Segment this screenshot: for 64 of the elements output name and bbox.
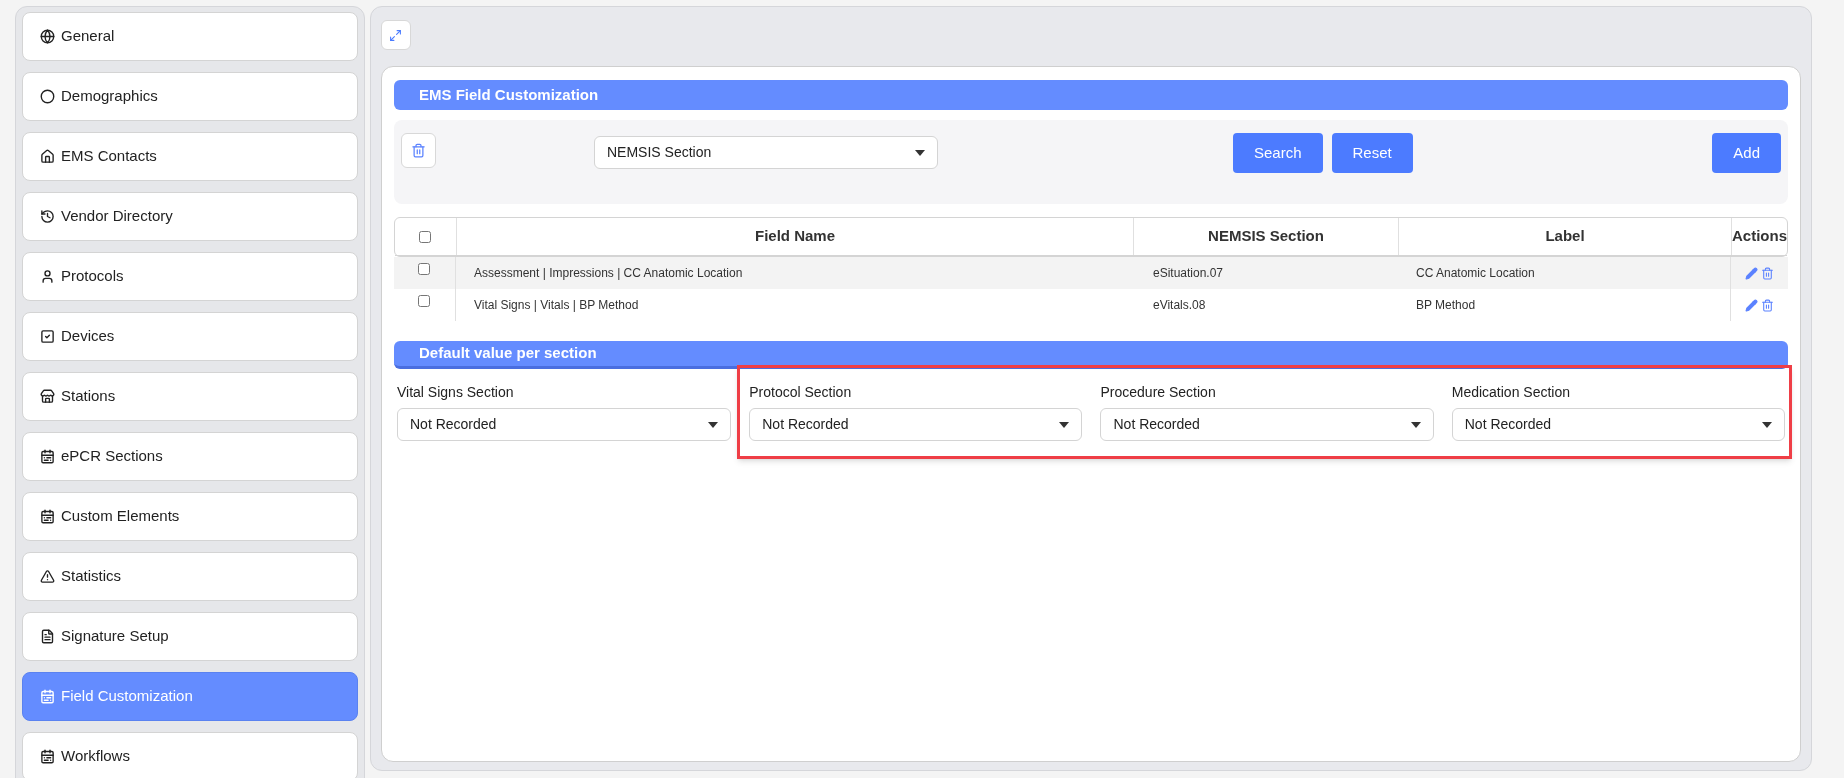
edit-icon[interactable] xyxy=(1745,298,1758,312)
column-header: Label xyxy=(1399,218,1732,255)
table-cell-text: Assessment | Impressions | CC Anatomic Location xyxy=(474,265,743,282)
sidebar-item[interactable]: Protocols xyxy=(22,252,358,301)
column-header: Field Name xyxy=(457,218,1134,255)
history-icon xyxy=(40,209,55,224)
globe-icon xyxy=(40,29,55,44)
column-header: Actions xyxy=(1732,226,1787,247)
sidebar-item[interactable]: EMS Contacts xyxy=(22,132,358,181)
trash-icon[interactable] xyxy=(1761,298,1774,312)
calendar-icon xyxy=(40,449,55,464)
caret-icon xyxy=(1059,421,1070,428)
field-label: Vital Signs Section xyxy=(397,383,515,402)
select-all-checkbox[interactable] xyxy=(419,230,432,243)
table-cell-text: CC Anatomic Location xyxy=(1416,265,1535,282)
warning-icon xyxy=(40,569,55,584)
action-button[interactable]: Reset xyxy=(1331,133,1413,173)
sidebar-item[interactable]: Vendor Directory xyxy=(22,192,358,241)
sidebar-item[interactable]: Devices xyxy=(22,312,358,361)
caret-icon xyxy=(708,421,719,428)
edit-icon[interactable] xyxy=(1745,266,1758,280)
sidebar-item[interactable]: General xyxy=(22,12,358,61)
default-select[interactable]: Not Recorded xyxy=(1100,408,1434,441)
sidebar-item[interactable]: Custom Elements xyxy=(22,492,358,541)
field-label: Procedure Section xyxy=(1100,383,1217,402)
trash-icon xyxy=(411,143,426,158)
default-select[interactable]: Not Recorded xyxy=(749,408,1083,441)
sidebar-item[interactable]: ePCR Sections xyxy=(22,432,358,481)
delete-button[interactable] xyxy=(401,133,436,168)
sidebar-item[interactable]: Stations xyxy=(22,372,358,421)
add-button[interactable]: Add xyxy=(1712,133,1781,173)
expand-button[interactable] xyxy=(381,20,411,50)
sidebar-item[interactable]: Signature Setup xyxy=(22,612,358,661)
table-cell-text: eSituation.07 xyxy=(1153,265,1224,282)
section-header: EMS Field Customization xyxy=(394,80,1788,110)
document-icon xyxy=(40,629,55,644)
section-select[interactable]: NEMSIS Section xyxy=(594,136,938,169)
default-select[interactable]: Not Recorded xyxy=(1451,408,1785,441)
default-select[interactable]: Not Recorded xyxy=(397,408,732,441)
calendar-icon xyxy=(40,509,55,524)
home-icon xyxy=(40,149,55,164)
field-label: Medication Section xyxy=(1451,383,1572,402)
sidebar-item[interactable]: Workflows xyxy=(22,732,358,778)
circle-icon xyxy=(40,89,55,104)
caret-icon xyxy=(1410,421,1421,428)
trash-icon[interactable] xyxy=(1761,266,1774,280)
column-header: NEMSIS Section xyxy=(1134,218,1399,255)
caret-icon xyxy=(1762,421,1772,428)
calendar-icon xyxy=(40,749,55,764)
store-icon xyxy=(40,389,55,404)
row-checkbox[interactable] xyxy=(418,295,431,307)
sidebar-item[interactable]: Statistics xyxy=(22,552,358,601)
sidebar-item[interactable]: Demographics xyxy=(22,72,358,121)
field-label: Protocol Section xyxy=(749,383,853,402)
checkbox-icon xyxy=(40,329,55,344)
row-checkbox[interactable] xyxy=(418,263,431,275)
caret-icon xyxy=(915,149,925,156)
table-cell-text: Vital Signs | Vitals | BP Method xyxy=(474,297,639,314)
action-button[interactable]: Search xyxy=(1233,133,1323,173)
table-cell-text: eVitals.08 xyxy=(1153,297,1206,314)
expand-icon xyxy=(389,28,403,42)
calendar-icon xyxy=(40,689,55,704)
user-icon xyxy=(40,269,55,284)
table-cell-text: BP Method xyxy=(1416,297,1476,314)
